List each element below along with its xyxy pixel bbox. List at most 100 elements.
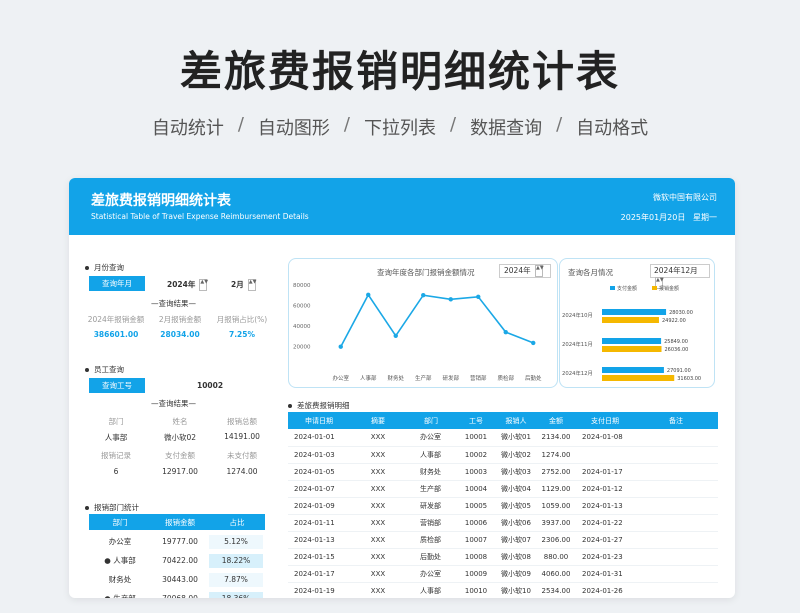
table-cell: [634, 463, 718, 481]
table-cell: 2024-01-01: [288, 429, 350, 447]
dept-stats-row: ● 人事部 70422.00 18.22%: [89, 552, 265, 569]
table-cell: 2024-01-17: [576, 463, 634, 481]
detail-body: 2024-01-01 XXX 办公室 10001 微小软01 2134.00 2024-01…: [288, 429, 718, 598]
month-result-title: —查询结果—: [151, 299, 196, 308]
month-select[interactable]: 2月 ▲▼: [231, 279, 256, 291]
hero-tags: 自动统计 / 自动图形 / 下拉列表 / 数据查询 / 自动格式: [151, 114, 649, 139]
staff-field-label: 查询工号: [89, 378, 145, 393]
data-point: [476, 294, 481, 299]
table-cell: 微小软01: [496, 429, 536, 447]
y-tick-label: 40000: [293, 324, 311, 330]
series-line: [340, 293, 534, 348]
dept-amount: 70422.00: [162, 556, 198, 565]
table-cell: 人事部: [406, 446, 456, 464]
table-cell: 微小软07: [496, 531, 536, 549]
month-value: 2月: [231, 280, 244, 289]
year-select[interactable]: 2024年 ▲▼: [167, 279, 208, 291]
table-cell: 2024-01-26: [576, 582, 634, 598]
bar-value-label: 24922.00: [662, 318, 686, 324]
bullet-icon: [85, 265, 89, 270]
dept-pct: 5.12%: [209, 534, 263, 549]
bar-chart-svg: 支付金额 报销金额 2024年10月 28030.00 24922.00 2024年11月…: [562, 285, 701, 382]
dept-col-header: 部门: [112, 517, 128, 527]
year-spinner-icon[interactable]: ▲▼: [199, 279, 208, 291]
staff-header: 未支付额: [227, 451, 257, 460]
table-cell: 10006: [456, 514, 496, 532]
data-point: [448, 297, 453, 302]
table-cell: 10002: [456, 446, 496, 464]
hero-tag: 数据查询: [470, 118, 543, 139]
month-spinner-icon[interactable]: ▲▼: [247, 279, 256, 291]
table-cell: 后勤处: [406, 548, 456, 566]
dept-stats-row: 财务处 30443.00 7.87%: [89, 571, 265, 588]
table-cell: 微小软09: [496, 565, 536, 583]
bar-value-label: 26036.00: [665, 347, 689, 353]
date-line: 2025年01月20日 星期一: [621, 212, 717, 223]
x-tick-label: 生产部: [415, 374, 432, 382]
staff-id-input[interactable]: 10002: [197, 381, 223, 390]
dept-name: ● 人事部: [104, 556, 136, 565]
staff-header: 姓名: [172, 417, 188, 426]
table-cell: 880.00: [536, 548, 576, 566]
table-cell: 微小软02: [496, 446, 536, 464]
company-name: 微软中国有限公司: [653, 193, 717, 202]
amount-col-header: 报销金额: [165, 517, 195, 527]
table-cell: 10008: [456, 548, 496, 566]
x-tick-label: 办公室: [332, 374, 349, 382]
x-tick-label: 营销部: [470, 374, 487, 382]
table-cell: 生产部: [406, 480, 456, 498]
bar: [602, 309, 667, 315]
data-point: [393, 333, 398, 338]
table-cell: 质检部: [406, 531, 456, 549]
table-cell: 微小软08: [496, 548, 536, 566]
table-cell: [634, 514, 718, 532]
table-row: 2024-01-17 XXX 办公室 10009 微小软09 4060.00 2024-01…: [288, 565, 718, 583]
staff-value: 6: [113, 467, 119, 476]
data-point: [503, 329, 508, 335]
table-cell: XXX: [350, 514, 406, 532]
bar-value-label: 31603.00: [677, 376, 701, 382]
table-row: 2024-01-03 XXX 人事部 10002 微小软02 1274.00: [288, 446, 718, 464]
staff-header: 支付金额: [165, 451, 195, 460]
table-cell: 10001: [456, 429, 496, 447]
detail-col-header: 申请日期: [288, 412, 350, 429]
staff-header: 报销总额: [227, 417, 257, 426]
table-cell: 2024-01-11: [288, 514, 350, 532]
table-cell: 2024-01-22: [576, 514, 634, 532]
bar-value-label: 27091.00: [667, 368, 691, 374]
table-cell: 研发部: [406, 497, 456, 515]
dept-name: ● 生产部: [89, 593, 151, 598]
table-cell: XXX: [350, 446, 406, 464]
dashboard-card: 差旅费报销明细统计表 Statistical Table of Travel E…: [69, 178, 735, 598]
line-chart-svg: 80000 60000 40000 20000 办公室 人事部 财务处 生产部 研发部 营销部 质检…: [293, 283, 542, 382]
table-cell: 1059.00: [536, 497, 576, 515]
detail-col-header: 支付日期: [576, 412, 634, 429]
staff-query-label: 员工查询: [94, 365, 124, 374]
bar: [602, 317, 659, 323]
dept-pct: 18.22%: [209, 553, 263, 568]
table-cell: 微小软10: [496, 582, 536, 598]
dept-name: 办公室: [108, 537, 132, 546]
month-result-header: 2024年报销金额: [87, 315, 145, 324]
table-cell: XXX: [350, 429, 406, 447]
staff-header: 报销记录: [101, 451, 131, 460]
detail-header: 差旅费报销明细: [288, 400, 350, 411]
dept-pct: 18.36%: [209, 591, 263, 598]
pct-col-header: 占比: [229, 517, 245, 527]
month-query-label: 月份查询: [94, 263, 124, 272]
table-cell: 财务处: [406, 463, 456, 481]
bar: [602, 338, 662, 344]
detail-table: 申请日期 摘要 部门 工号 报销人 金额 支付日期 备注 2024-01-01 XXX 办公室 10…: [288, 412, 718, 598]
bullet-icon: [85, 505, 89, 510]
dept-pct: 7.87%: [209, 572, 263, 587]
table-cell: 1274.00: [536, 446, 576, 464]
hero-tag: 自动格式: [576, 118, 649, 139]
staff-value: 12917.00: [162, 467, 198, 476]
table-row: 2024-01-09 XXX 研发部 10005 微小软05 1059.00 2024-01…: [288, 497, 718, 515]
bar: [602, 346, 662, 352]
table-cell: 2024-01-13: [288, 531, 350, 549]
month-field-label: 查询年月: [89, 276, 145, 291]
table-cell: 2024-01-27: [576, 531, 634, 549]
table-cell: 2024-01-23: [576, 548, 634, 566]
table-cell: 2024-01-07: [288, 480, 350, 498]
